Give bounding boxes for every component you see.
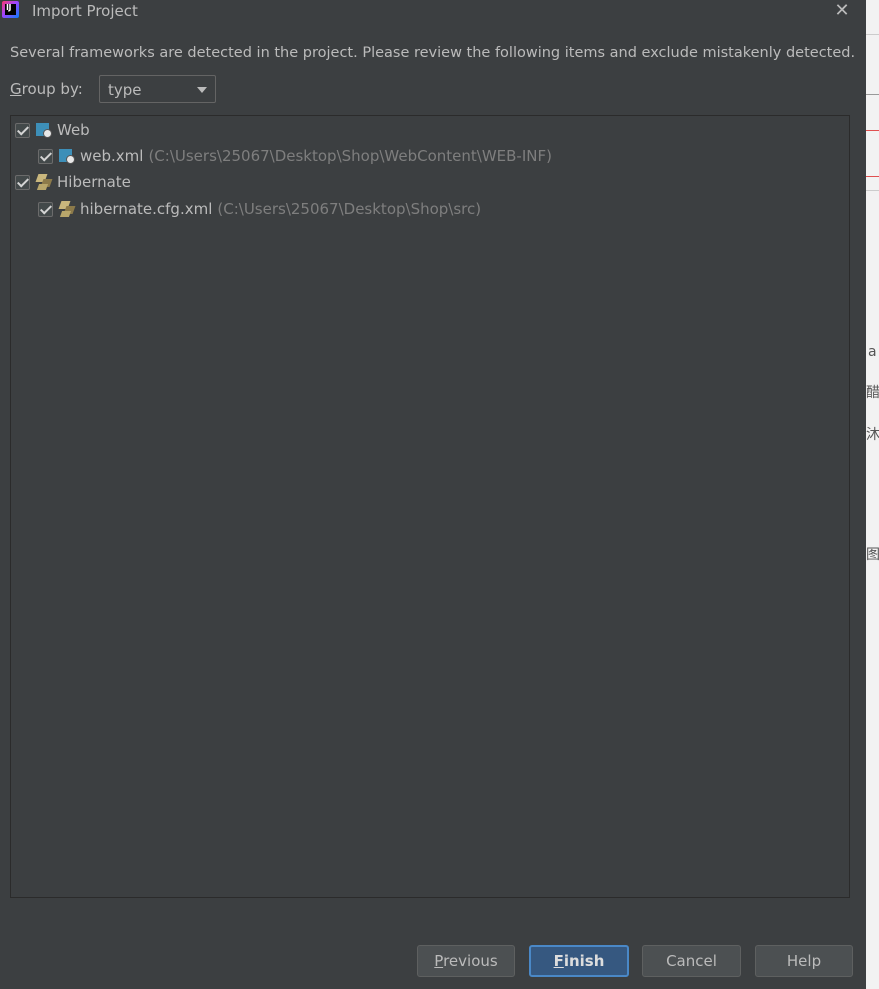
window-title: Import Project [32,2,138,20]
description-text: Several frameworks are detected in the p… [10,45,856,61]
checkbox-web-xml[interactable] [38,148,53,164]
tree-node-hibernate-cfg[interactable]: hibernate.cfg.xml (C:\Users\25067\Deskto… [38,198,481,220]
tree-node-label: Hibernate [57,173,131,191]
finish-button[interactable]: Finish [529,945,629,977]
background-glyph: 醋 [866,385,879,401]
intellij-idea-icon: IJ [2,1,19,18]
tree-node-path: (C:\Users\25067\Desktop\Shop\WebContent\… [148,147,552,165]
previous-button[interactable]: Previous [417,945,515,977]
background-glyph: 图 [866,547,879,563]
hibernate-cfg-icon [58,200,76,218]
tree-node-label: Web [57,121,90,139]
web-xml-icon [59,148,76,165]
group-by-value: type [108,81,142,99]
cancel-button[interactable]: Cancel [642,945,741,977]
web-framework-icon [36,122,53,139]
chevron-down-icon [197,87,207,93]
title-bar: IJ Import Project ✕ [0,0,866,24]
background-glyph: 沐 [866,427,879,443]
tree-node-web-xml[interactable]: web.xml (C:\Users\25067\Desktop\Shop\Web… [38,145,552,167]
tree-node-label: hibernate.cfg.xml [80,200,213,218]
background-glyph: a [868,344,877,360]
background-window-edge: a 醋 沐 图 [866,0,879,989]
tree-node-label: web.xml [80,147,144,165]
checkbox-web[interactable] [15,122,30,138]
tree-node-path: (C:\Users\25067\Desktop\Shop\src) [217,200,482,218]
group-by-label: Group by: [10,80,83,98]
group-by-select[interactable]: type [99,75,216,103]
tree-node-web[interactable]: Web [15,119,90,141]
frameworks-tree[interactable]: Web web.xml (C:\Users\25067\Desktop\Shop… [10,115,850,898]
hibernate-icon [35,173,53,191]
help-button[interactable]: Help [755,945,853,977]
checkbox-hibernate[interactable] [15,174,30,190]
tree-node-hibernate[interactable]: Hibernate [15,171,131,193]
checkbox-hibernate-cfg[interactable] [38,201,53,217]
close-icon[interactable]: ✕ [830,0,854,22]
